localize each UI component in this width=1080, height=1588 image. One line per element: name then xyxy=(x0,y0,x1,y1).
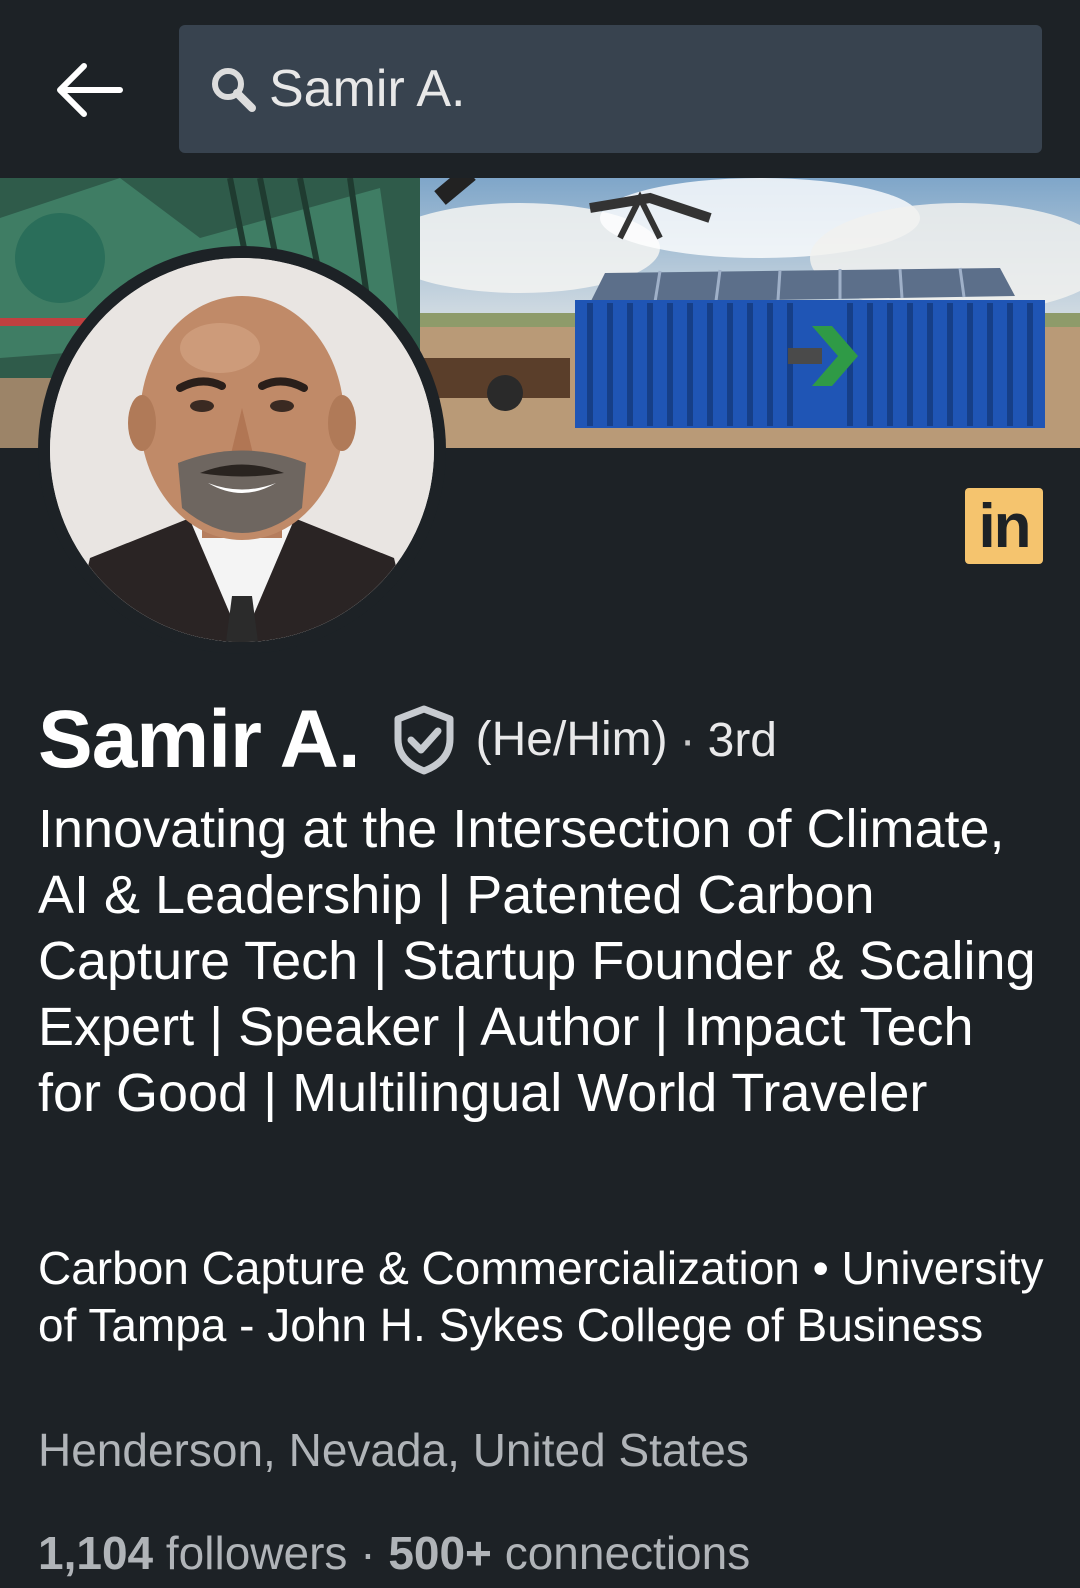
connections-link[interactable]: 500+ connections xyxy=(388,1527,750,1579)
linkedin-logo-badge: in xyxy=(965,488,1043,564)
followers-label: followers xyxy=(165,1527,348,1579)
connections-count: 500+ xyxy=(388,1527,492,1579)
stats-separator: · xyxy=(360,1527,376,1579)
profile-name: Samir A. xyxy=(38,694,361,785)
search-query[interactable]: Samir A. xyxy=(269,59,466,119)
followers-link[interactable]: 1,104 followers xyxy=(38,1527,347,1579)
verified-shield-icon[interactable] xyxy=(392,705,456,775)
connection-degree: 3rd xyxy=(707,713,777,767)
linkedin-logo-text: in xyxy=(978,492,1031,561)
degree-separator: · xyxy=(679,713,696,767)
search-bar[interactable]: Samir A. xyxy=(179,25,1042,153)
current-experience[interactable]: Carbon Capture & Commercialization • Uni… xyxy=(38,1240,1048,1354)
back-button[interactable] xyxy=(50,58,126,122)
name-row: Samir A. (He/Him) · 3rd xyxy=(38,690,777,790)
pronouns: (He/Him) xyxy=(475,713,668,766)
back-arrow-icon xyxy=(57,63,123,117)
profile-stats: 1,104 followers · 500+ connections xyxy=(38,1524,750,1582)
search-icon xyxy=(212,68,256,112)
profile-headline: Innovating at the Intersection of Climat… xyxy=(38,799,1036,1123)
top-bar: Samir A. xyxy=(0,0,1080,178)
followers-count: 1,104 xyxy=(38,1527,154,1579)
avatar[interactable] xyxy=(50,258,434,642)
connections-label: connections xyxy=(504,1527,751,1579)
profile-location: Henderson, Nevada, United States xyxy=(38,1424,749,1476)
